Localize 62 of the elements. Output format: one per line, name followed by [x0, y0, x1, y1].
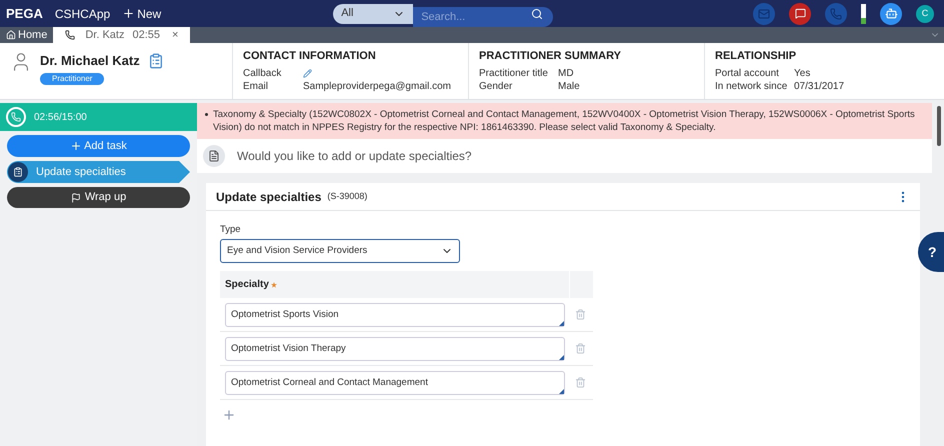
- edit-icon[interactable]: [303, 68, 312, 78]
- clipboard-icon: [8, 162, 28, 182]
- card-title: Update specialties: [216, 188, 322, 206]
- home-icon: [6, 30, 16, 40]
- practitioner-name: Dr. Michael Katz: [40, 52, 140, 70]
- mail-icon[interactable]: [753, 2, 775, 24]
- specialty-field[interactable]: Optometrist Sports Vision: [225, 302, 565, 327]
- field-label: Portal account: [715, 66, 780, 80]
- plus-icon: [70, 140, 82, 152]
- search-field[interactable]: Search...: [413, 6, 554, 26]
- case-id: (S-39008): [327, 190, 368, 203]
- new-button[interactable]: New: [122, 4, 162, 22]
- status-indicator-icon: [861, 4, 866, 24]
- plus-icon: [122, 7, 136, 20]
- call-timer: 02:56/15:00: [34, 110, 87, 124]
- delete-icon[interactable]: [575, 377, 586, 388]
- field-label: Callback: [243, 66, 282, 80]
- alert-message: Taxonomy & Specialty (152WC0802X - Optometrist Corneal and Contact Management, 152WV0400X - Optometrist Vision Therapy, 152WS0006X - Optometrist Sports Vision) do not match in NPPES Registry for the respective NPI: 1861463390. Please select valid Taxonomy & Specialty.: [213, 108, 916, 134]
- field-value: Sampleproviderpega@gmail.com: [303, 80, 451, 92]
- phone-icon: [6, 107, 26, 127]
- bullet-icon: [205, 113, 208, 116]
- document-icon: [203, 145, 225, 167]
- field-value: Male: [558, 80, 580, 92]
- field-value: MD: [558, 66, 574, 80]
- tab-label: Home: [18, 28, 48, 43]
- role-badge: Practitioner: [40, 72, 104, 84]
- specialty-field[interactable]: Optometrist Corneal and Contact Management: [225, 370, 565, 395]
- field-label: Email: [243, 80, 270, 92]
- field-label: Practitioner title: [479, 66, 549, 80]
- clipboard-icon[interactable]: [148, 52, 164, 69]
- field-value: 07/31/2017: [794, 80, 844, 92]
- field-value: Yes: [794, 66, 810, 80]
- search-icon[interactable]: [531, 8, 544, 20]
- app-logo: PEGA: [6, 4, 43, 23]
- add-row-icon[interactable]: [222, 408, 236, 422]
- section-title: RELATIONSHIP: [715, 49, 798, 64]
- type-label: Type: [220, 223, 242, 237]
- delete-icon[interactable]: [575, 309, 586, 320]
- type-dropdown[interactable]: Eye and Vision Service Providers: [220, 239, 460, 264]
- help-button[interactable]: ?: [918, 232, 944, 272]
- field-label: In network since: [715, 80, 788, 92]
- delete-icon[interactable]: [575, 343, 586, 354]
- tab[interactable]: Home: [0, 27, 54, 43]
- wrap-up-button[interactable]: Wrap up: [7, 187, 190, 208]
- bot-icon[interactable]: [880, 2, 902, 24]
- question-text: Would you like to add or update specialties?: [237, 148, 472, 165]
- tab-timer: 02:55: [132, 28, 160, 43]
- app-name[interactable]: CSHCApp: [54, 4, 110, 22]
- field-label: Gender: [479, 80, 514, 92]
- search-scope-dropdown[interactable]: All: [333, 4, 414, 24]
- add-task-button[interactable]: Add task: [7, 135, 190, 157]
- section-title: CONTACT INFORMATION: [243, 49, 377, 64]
- section-title: PRACTITIONER SUMMARY: [479, 49, 622, 64]
- column-header: Specialty: [220, 271, 569, 298]
- tab-label: Dr. Katz: [85, 28, 124, 43]
- flag-icon: [70, 192, 81, 202]
- close-tab-button[interactable]: ×: [172, 26, 178, 44]
- phone-icon: [65, 30, 76, 40]
- phone-icon[interactable]: [825, 2, 847, 24]
- specialty-field[interactable]: Optometrist Vision Therapy: [225, 336, 565, 361]
- tab[interactable]: Dr. Katz 02:55 ×: [53, 27, 190, 43]
- chat-icon[interactable]: [789, 2, 811, 24]
